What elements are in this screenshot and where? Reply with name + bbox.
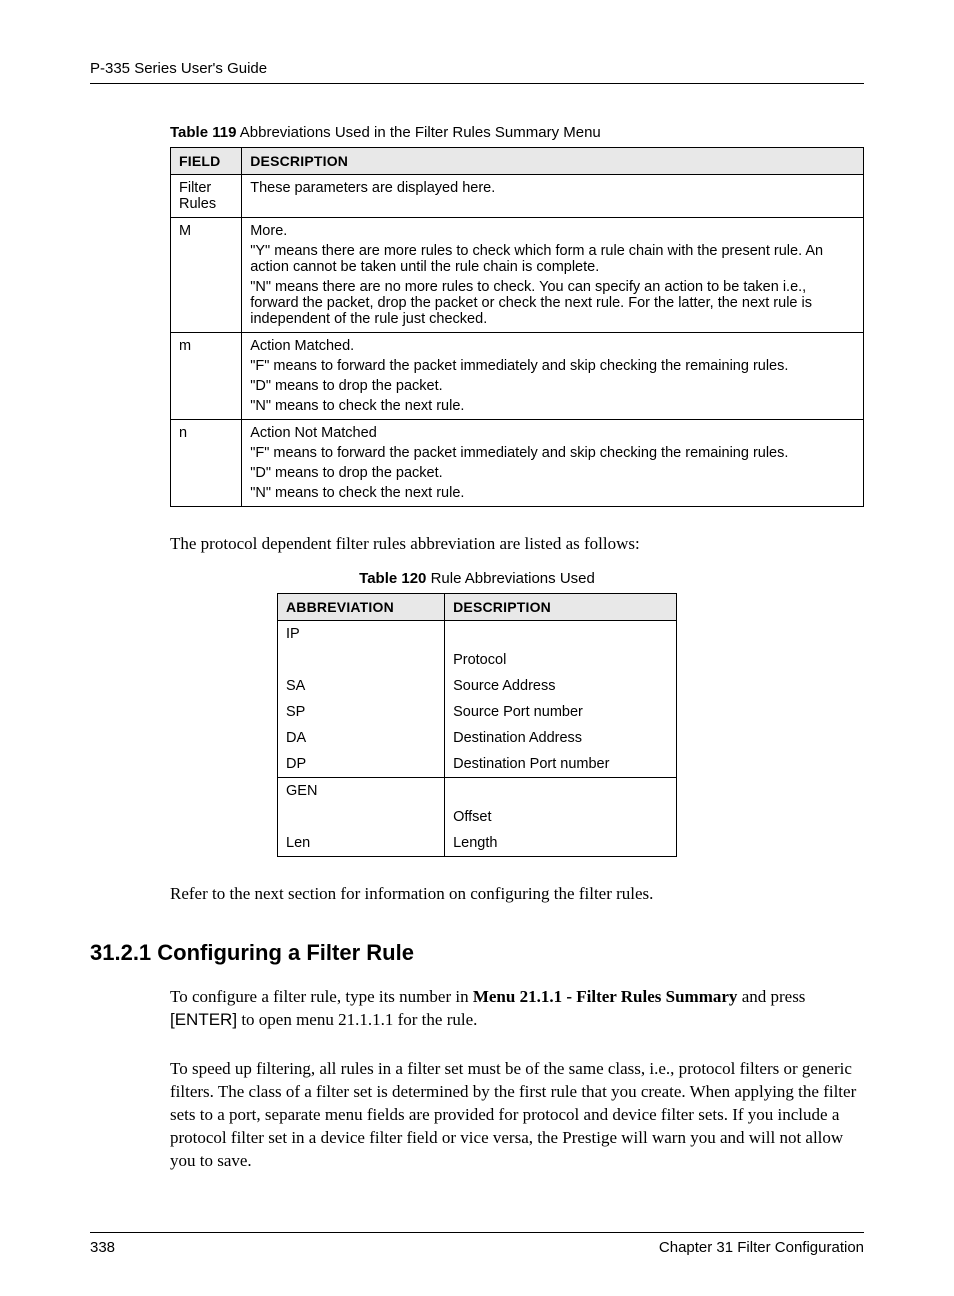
col-desc: DESCRIPTION xyxy=(242,148,864,175)
running-header: P-335 Series User's Guide xyxy=(90,60,864,84)
cell-desc: Action Not Matched "F" means to forward t… xyxy=(242,420,864,507)
table-row: m Action Matched. "F" means to forward the… xyxy=(171,333,864,420)
cell-abbr: Len xyxy=(278,830,445,857)
cell-field: M xyxy=(171,218,242,333)
cell-desc xyxy=(445,777,677,804)
text: To configure a filter rule, type its num… xyxy=(170,987,473,1006)
table-row: n Action Not Matched "F" means to forward … xyxy=(171,420,864,507)
cell-abbr xyxy=(278,647,445,673)
desc-line: "N" means there are no more rules to che… xyxy=(250,279,855,327)
cell-abbr: DP xyxy=(278,751,445,778)
desc-line: "N" means to check the next rule. xyxy=(250,485,855,501)
table-120: ABBREVIATION DESCRIPTION IPProtocolSASou… xyxy=(277,593,677,857)
table-row: SPSource Port number xyxy=(278,699,677,725)
cell-abbr: SA xyxy=(278,673,445,699)
table-row: M More. "Y" means there are more rules to … xyxy=(171,218,864,333)
caption-text: Abbreviations Used in the Filter Rules S… xyxy=(236,124,600,141)
cell-desc: Destination Address xyxy=(445,725,677,751)
table-row: DPDestination Port number xyxy=(278,751,677,778)
desc-line: These parameters are displayed here. xyxy=(250,180,855,196)
cell-desc: Source Port number xyxy=(445,699,677,725)
cell-desc: More. "Y" means there are more rules to c… xyxy=(242,218,864,333)
paragraph: The protocol dependent filter rules abbr… xyxy=(170,533,864,556)
table-row: DADestination Address xyxy=(278,725,677,751)
table-119-caption: Table 119 Abbreviations Used in the Filt… xyxy=(170,124,864,141)
col-abbr: ABBREVIATION xyxy=(278,593,445,620)
footer: 338 Chapter 31 Filter Configuration xyxy=(90,1232,864,1256)
desc-line: More. xyxy=(250,223,855,239)
table-row: IP xyxy=(278,620,677,647)
desc-line: "N" means to check the next rule. xyxy=(250,398,855,414)
paragraph: To speed up filtering, all rules in a fi… xyxy=(170,1058,864,1173)
desc-line: "F" means to forward the packet immediat… xyxy=(250,445,855,461)
caption-number: Table 119 xyxy=(170,124,236,141)
cell-desc: Length xyxy=(445,830,677,857)
cell-desc: Protocol xyxy=(445,647,677,673)
table-row: Filter Rules These parameters are display… xyxy=(171,175,864,218)
paragraph: Refer to the next section for informatio… xyxy=(170,883,864,906)
cell-desc: Offset xyxy=(445,804,677,830)
paragraph: To configure a filter rule, type its num… xyxy=(170,986,864,1032)
cell-desc: Action Matched. "F" means to forward the … xyxy=(242,333,864,420)
table-row: GEN xyxy=(278,777,677,804)
cell-abbr: IP xyxy=(278,620,445,647)
section-heading: 31.2.1 Configuring a Filter Rule xyxy=(90,940,864,966)
cell-field: Filter Rules xyxy=(171,175,242,218)
desc-line: Action Not Matched xyxy=(250,425,855,441)
table-row: SASource Address xyxy=(278,673,677,699)
desc-line: "D" means to drop the packet. xyxy=(250,465,855,481)
text: and press xyxy=(737,987,805,1006)
menu-ref: Menu 21.1.1 - Filter Rules Summary xyxy=(473,987,738,1006)
table-row: LenLength xyxy=(278,830,677,857)
cell-abbr: SP xyxy=(278,699,445,725)
table-row: Offset xyxy=(278,804,677,830)
cell-desc: Destination Port number xyxy=(445,751,677,778)
page-number: 338 xyxy=(90,1239,115,1256)
table-row: Protocol xyxy=(278,647,677,673)
cell-abbr xyxy=(278,804,445,830)
cell-field: m xyxy=(171,333,242,420)
table-120-caption: Table 120 Rule Abbreviations Used xyxy=(90,570,864,587)
cell-desc xyxy=(445,620,677,647)
desc-line: "F" means to forward the packet immediat… xyxy=(250,358,855,374)
caption-text: Rule Abbreviations Used xyxy=(426,570,594,587)
chapter-label: Chapter 31 Filter Configuration xyxy=(659,1239,864,1256)
cell-desc: These parameters are displayed here. xyxy=(242,175,864,218)
cell-abbr: DA xyxy=(278,725,445,751)
caption-number: Table 120 xyxy=(359,570,426,587)
col-field: FIELD xyxy=(171,148,242,175)
desc-line: "D" means to drop the packet. xyxy=(250,378,855,394)
col-desc: DESCRIPTION xyxy=(445,593,677,620)
cell-field: n xyxy=(171,420,242,507)
cell-desc: Source Address xyxy=(445,673,677,699)
desc-line: Action Matched. xyxy=(250,338,855,354)
desc-line: "Y" means there are more rules to check … xyxy=(250,243,855,275)
text: to open menu 21.1.1.1 for the rule. xyxy=(237,1010,477,1029)
table-119: FIELD DESCRIPTION Filter Rules These para… xyxy=(170,147,864,507)
cell-abbr: GEN xyxy=(278,777,445,804)
key-enter: [ENTER] xyxy=(170,1010,237,1029)
